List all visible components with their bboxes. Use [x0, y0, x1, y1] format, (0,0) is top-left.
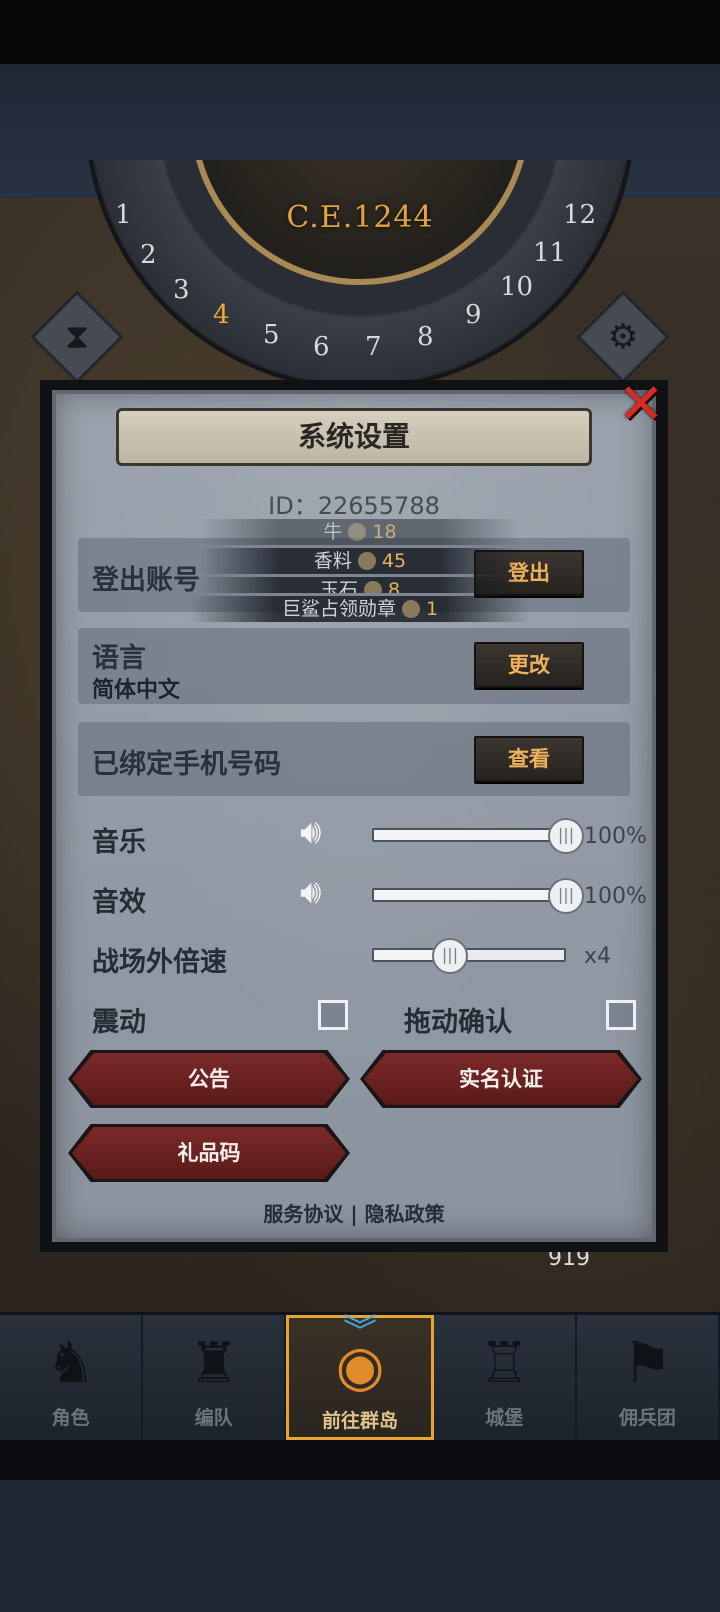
gift-code-button[interactable]: 礼品码 [72, 1127, 346, 1179]
speed-label: 战场外倍速 [92, 947, 227, 978]
nav-item-squad[interactable]: ♜ 编队 [143, 1315, 287, 1440]
dial-number: 8 [417, 322, 434, 352]
player-id: ID：22655788 [268, 492, 440, 520]
realname-button[interactable]: 实名认证 [364, 1053, 638, 1105]
nav-label: 佣兵团 [618, 1407, 676, 1429]
resource-amount: 1 [425, 598, 439, 620]
resource-amount: 8 [387, 579, 401, 593]
banner-icon: ⚑ [622, 1331, 673, 1396]
cattle-icon [348, 523, 367, 541]
gear-icon: ⚙ [607, 317, 639, 357]
dial-number: 9 [465, 300, 482, 330]
year-label: C.E.1244 [286, 200, 434, 235]
status-bar-area [0, 0, 720, 64]
dial-number: 5 [263, 320, 280, 350]
dial-number-active: 4 [213, 300, 230, 330]
calendar-dial: C.E.1244 1 2 3 4 5 6 7 8 9 10 11 12 [85, 160, 635, 390]
privacy-policy-link[interactable]: 隐私政策 [365, 1202, 445, 1226]
sfx-slider-handle[interactable]: ||| [548, 878, 584, 914]
close-icon: ✕ [617, 372, 665, 437]
spice-icon [357, 552, 376, 570]
resource-name: 玉石 [319, 579, 358, 593]
nav-item-mercenaries[interactable]: ⚑ 佣兵团 [577, 1315, 720, 1440]
resource-amount: 45 [381, 550, 407, 572]
nav-label: 前往群岛 [322, 1410, 399, 1432]
music-slider-handle[interactable]: ||| [548, 818, 584, 854]
resource-name: 巨鲨占领勋章 [281, 598, 396, 620]
dial-number: 3 [173, 275, 190, 305]
logout-label: 登出账号 [92, 565, 200, 596]
music-slider[interactable] [372, 828, 566, 842]
dial-number: 12 [563, 200, 597, 230]
phone-label: 已绑定手机号码 [92, 749, 281, 780]
resource-amount: 18 [372, 521, 397, 543]
music-label: 音乐 [92, 827, 146, 858]
music-slider-fill [374, 830, 564, 840]
sfx-value: 100% [584, 884, 647, 909]
speed-slider-handle[interactable]: ||| [432, 938, 468, 974]
drag-confirm-label: 拖动确认 [404, 1007, 512, 1038]
announcement-button[interactable]: 公告 [72, 1053, 346, 1105]
music-value: 100% [584, 824, 647, 849]
nav-item-islands[interactable]: ︾ ◉ 前往群岛 [286, 1312, 434, 1440]
drag-confirm-checkbox[interactable] [606, 1000, 636, 1030]
resource-item: 玉石 8 [200, 577, 520, 593]
nav-label: 城堡 [485, 1407, 524, 1429]
service-agreement-link[interactable]: 服务协议 [263, 1202, 343, 1226]
sfx-slider[interactable] [372, 888, 566, 902]
knight-icon: ♞ [45, 1331, 96, 1396]
bottom-band [0, 1480, 720, 1612]
language-label: 语言 [92, 643, 146, 674]
dial-number: 6 [313, 332, 330, 362]
link-separator: | [350, 1202, 358, 1226]
modal-title: 系统设置 [116, 408, 592, 466]
vibration-checkbox[interactable] [318, 1000, 348, 1030]
vibration-label: 震动 [92, 1007, 146, 1038]
speaker-icon[interactable]: 🔊︎ [300, 812, 321, 852]
resource-name: 香料 [313, 550, 352, 572]
dial-number: 7 [365, 332, 382, 362]
dial-number: 11 [533, 238, 567, 268]
view-phone-button[interactable]: 查看 [474, 736, 584, 782]
globe-icon: ◉ [335, 1334, 385, 1399]
sfx-slider-fill [374, 890, 564, 900]
speed-slider[interactable] [372, 948, 566, 962]
resource-item: 香料 45 [200, 548, 520, 574]
dial-number: 10 [500, 272, 534, 302]
change-language-button[interactable]: 更改 [474, 642, 584, 688]
nav-item-character[interactable]: ♞ 角色 [0, 1315, 144, 1440]
resource-name: 牛 [323, 521, 343, 543]
dial-number: 2 [140, 240, 157, 270]
sfx-label: 音效 [92, 887, 146, 918]
medal-icon [401, 600, 420, 618]
squad-icon: ♜ [188, 1331, 239, 1396]
language-value: 简体中文 [92, 678, 181, 703]
speaker-icon[interactable]: 🔊︎ [300, 872, 321, 912]
speed-value: x4 [584, 944, 612, 969]
castle-icon: ♖ [479, 1331, 530, 1396]
dial-number: 1 [115, 200, 132, 230]
bottom-nav: ♞ 角色 ♜ 编队 ︾ ◉ 前往群岛 ♖ 城堡 ⚑ 佣兵团 [0, 1312, 720, 1440]
footer-links: 服务协议 | 隐私政策 [52, 1198, 656, 1227]
nav-label: 角色 [51, 1407, 90, 1429]
resource-item: 巨鲨占领勋章 1 [190, 596, 530, 622]
nav-item-castle[interactable]: ♖ 城堡 [434, 1315, 577, 1440]
nav-label: 编队 [194, 1407, 233, 1429]
resource-item: 牛 18 [200, 519, 520, 545]
jade-icon [363, 581, 382, 593]
hourglass-icon: ⧗ [65, 317, 89, 357]
close-button[interactable]: ✕ [612, 377, 670, 436]
